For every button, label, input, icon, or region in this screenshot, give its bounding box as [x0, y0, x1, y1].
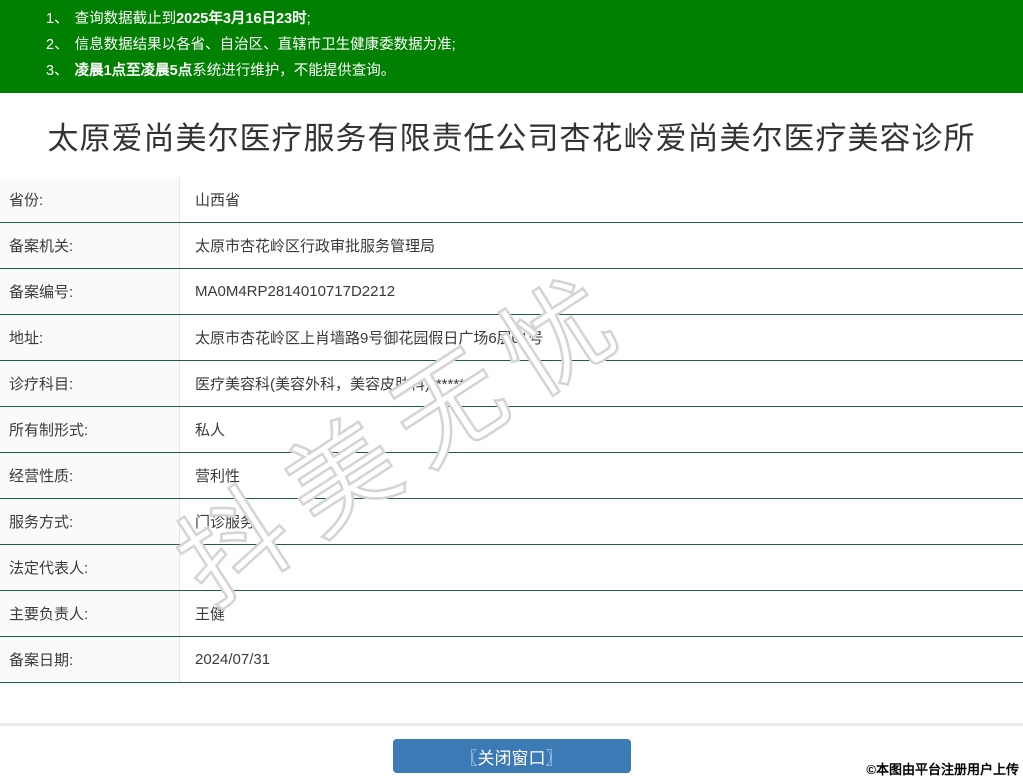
- field-value: 2024/07/31: [195, 651, 271, 668]
- table-row: 备案日期: 2024/07/31: [0, 637, 1023, 683]
- notice-text: 系统进行维护，不能提供查询。: [192, 63, 396, 79]
- page-title: 太原爱尚美尔医疗服务有限责任公司杏花岭爱尚美尔医疗美容诊所: [47, 120, 976, 156]
- table-row: 服务方式: 门诊服务: [0, 499, 1023, 545]
- field-value: 医疗美容科(美容外科，美容皮肤科)******: [195, 376, 466, 393]
- notice-number: 3、: [46, 63, 69, 79]
- notice-text: 查询数据截止到: [74, 11, 177, 27]
- notice-text: 2025年3月16日23时: [176, 11, 307, 27]
- table-row: 诊疗科目: 医疗美容科(美容外科，美容皮肤科)******: [0, 361, 1023, 407]
- field-label: 法定代表人:: [0, 545, 180, 590]
- info-table: 省份: 山西省 备案机关: 太原市杏花岭区行政审批服务管理局 备案编号: MA0…: [0, 177, 1023, 683]
- table-row: 经营性质: 营利性: [0, 453, 1023, 499]
- table-row: 主要负责人: 王健: [0, 591, 1023, 637]
- notice-text: 凌晨1点至凌晨5点: [74, 63, 193, 79]
- table-row: 法定代表人:: [0, 545, 1023, 591]
- notice-line: 3、 凌晨1点至凌晨5点系统进行维护，不能提供查询。: [46, 58, 1023, 84]
- field-label: 备案日期:: [0, 637, 180, 682]
- field-value: 太原市杏花岭区行政审批服务管理局: [195, 238, 436, 255]
- notice-line: 2、 信息数据结果以各省、自治区、直辖市卫生健康委数据为准;: [46, 32, 1023, 58]
- field-value: 太原市杏花岭区上肖墙路9号御花园假日广场6层01号: [195, 330, 544, 347]
- field-label: 备案编号:: [0, 269, 180, 314]
- field-value: MA0M4RP2814010717D2212: [195, 283, 396, 300]
- field-value: 门诊服务: [195, 514, 256, 531]
- field-label: 服务方式:: [0, 499, 180, 544]
- table-row: 省份: 山西省: [0, 177, 1023, 223]
- field-label: 备案机关:: [0, 223, 180, 268]
- field-label: 省份:: [0, 177, 180, 222]
- notice-line: 1、 查询数据截止到2025年3月16日23时;: [46, 6, 1023, 32]
- field-value: 王健: [195, 606, 226, 623]
- table-row: 所有制形式: 私人: [0, 407, 1023, 453]
- field-label: 地址:: [0, 315, 180, 360]
- table-footer-divider: [0, 683, 1023, 726]
- notice-text: ;: [306, 11, 311, 27]
- table-row: 备案编号: MA0M4RP2814010717D2212: [0, 269, 1023, 315]
- notice-number: 1、: [46, 11, 69, 27]
- field-label: 主要负责人:: [0, 591, 180, 636]
- field-value: 山西省: [195, 192, 241, 209]
- field-value: [180, 545, 1023, 590]
- close-window-button[interactable]: 〖关闭窗口〗: [392, 739, 631, 773]
- notice-text: 信息数据结果以各省、自治区、直辖市卫生健康委数据为准;: [74, 37, 456, 53]
- notice-number: 2、: [46, 37, 69, 53]
- field-label: 诊疗科目:: [0, 361, 180, 406]
- field-label: 经营性质:: [0, 453, 180, 498]
- field-value: 私人: [195, 422, 226, 439]
- field-label: 所有制形式:: [0, 407, 180, 452]
- copyright-note: ©本图由平台注册用户上传: [866, 762, 1019, 777]
- table-row: 备案机关: 太原市杏花岭区行政审批服务管理局: [0, 223, 1023, 269]
- field-value: 营利性: [195, 468, 241, 485]
- table-row: 地址: 太原市杏花岭区上肖墙路9号御花园假日广场6层01号: [0, 315, 1023, 361]
- notice-header: 1、 查询数据截止到2025年3月16日23时; 2、 信息数据结果以各省、自治区、直…: [0, 0, 1023, 93]
